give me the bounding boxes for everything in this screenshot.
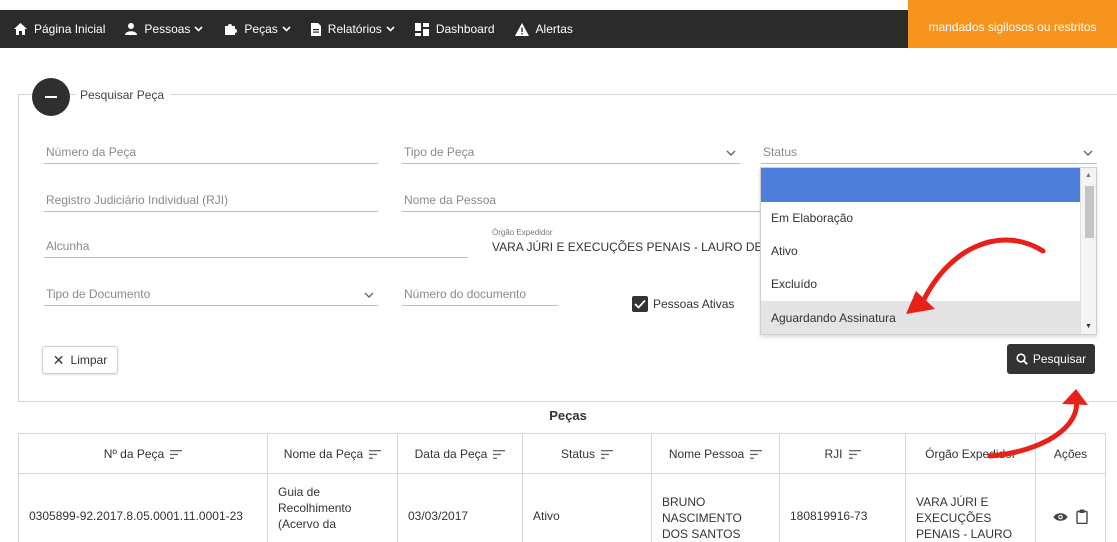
cell-data-peca: 03/03/2017: [397, 473, 523, 542]
dashboard-icon: [414, 22, 429, 36]
chevron-down-icon: [282, 24, 291, 34]
sort-icon[interactable]: [848, 449, 861, 459]
col-numero-peca[interactable]: Nº da Peça: [18, 433, 268, 474]
table-header-row: Nº da Peça Nome da Peça Data da Peça Sta…: [18, 433, 1106, 474]
chevron-down-icon: [386, 24, 395, 34]
results-table-title: Peças: [549, 408, 587, 423]
nav-dashboard[interactable]: Dashboard: [405, 10, 505, 48]
search-icon: [1016, 353, 1028, 365]
minus-icon: [45, 96, 57, 98]
status-dropdown-list: Em Elaboração Ativo Excluído Aguardando …: [760, 167, 1097, 335]
cell-acoes: [1035, 473, 1106, 542]
puzzle-icon: [223, 22, 238, 36]
restricted-warrants-banner[interactable]: mandados sigilosos ou restritos: [908, 0, 1117, 48]
home-icon: [14, 23, 27, 35]
col-rji[interactable]: RJI: [779, 433, 906, 474]
nav-pessoas[interactable]: Pessoas: [115, 10, 213, 48]
nav-dashboard-label: Dashboard: [435, 22, 495, 36]
cell-rji: 180819916-73: [779, 473, 906, 542]
clipboard-icon[interactable]: [1075, 509, 1088, 525]
col-data-peca[interactable]: Data da Peça: [397, 433, 523, 474]
sort-icon[interactable]: [170, 449, 183, 459]
col-nome-pessoa[interactable]: Nome Pessoa: [651, 433, 780, 474]
status-select[interactable]: Status: [761, 142, 1097, 164]
table-row[interactable]: 0305899-92.2017.8.05.0001.11.0001-23 Gui…: [18, 473, 1106, 542]
col-acoes: Ações: [1035, 433, 1106, 474]
col-status[interactable]: Status: [522, 433, 652, 474]
clear-button[interactable]: ✕ Limpar: [42, 346, 118, 374]
sort-icon[interactable]: [601, 449, 614, 459]
numero-documento-input[interactable]: Número do documento: [402, 284, 558, 306]
rji-input[interactable]: Registro Judiciário Individual (RJI): [44, 190, 378, 212]
eye-icon[interactable]: [1053, 512, 1068, 522]
close-icon: ✕: [52, 351, 65, 368]
dropdown-scrollbar[interactable]: ▲ ▼: [1080, 168, 1096, 334]
panel-title: Pesquisar Peça: [76, 88, 171, 102]
nav-relatorios[interactable]: Relatórios: [301, 10, 405, 48]
nav-pessoas-label: Pessoas: [144, 22, 191, 36]
pessoas-ativas-checkbox[interactable]: [632, 296, 648, 312]
nav-relatorios-label: Relatórios: [327, 22, 382, 36]
nome-pessoa-input[interactable]: Nome da Pessoa: [402, 190, 760, 212]
chevron-down-icon: [194, 24, 203, 34]
check-icon: [634, 299, 646, 309]
person-icon: [125, 23, 138, 35]
status-option-em-elaboracao[interactable]: Em Elaboração: [761, 201, 1081, 235]
nav-home[interactable]: Página Inicial: [0, 10, 115, 48]
sort-icon[interactable]: [750, 449, 763, 459]
numero-peca-input[interactable]: Número da Peça: [44, 142, 378, 164]
scrollbar-thumb[interactable]: [1085, 186, 1094, 238]
sort-icon[interactable]: [369, 449, 382, 459]
nav-alertas[interactable]: Alertas: [505, 10, 583, 48]
tipo-peca-select[interactable]: Tipo de Peça: [402, 142, 740, 164]
scroll-down-icon[interactable]: ▼: [1085, 323, 1092, 330]
collapse-panel-button[interactable]: [32, 78, 70, 116]
orgao-expedidor-field[interactable]: Órgão Expedidor VARA JÚRI E EXECUÇÕES PE…: [490, 228, 762, 258]
pessoas-ativas-label[interactable]: Pessoas Ativas: [653, 297, 734, 311]
status-option-empty[interactable]: [761, 168, 1081, 202]
cell-nome-pessoa: BRUNO NASCIMENTO DOS SANTOS: [651, 473, 780, 542]
cell-nome-peca: Guia de Recolhimento (Acervo da: [267, 473, 398, 542]
results-table: Nº da Peça Nome da Peça Data da Peça Sta…: [18, 433, 1106, 542]
nav-alertas-label: Alertas: [535, 22, 573, 36]
scroll-up-icon[interactable]: ▲: [1085, 172, 1092, 179]
alcunha-input[interactable]: Alcunha: [44, 236, 468, 258]
status-option-aguardando-assinatura[interactable]: Aguardando Assinatura: [761, 301, 1081, 334]
cell-status: Ativo: [522, 473, 652, 542]
chevron-down-icon: [1083, 150, 1093, 156]
status-option-ativo[interactable]: Ativo: [761, 234, 1081, 268]
nav-home-label: Página Inicial: [34, 22, 106, 36]
document-icon: [310, 22, 321, 36]
nav-pecas[interactable]: Peças: [213, 10, 300, 48]
sort-icon[interactable]: [493, 449, 506, 459]
col-nome-peca[interactable]: Nome da Peça: [267, 433, 398, 474]
chevron-down-icon: [726, 150, 736, 156]
search-button[interactable]: Pesquisar: [1007, 344, 1095, 374]
cell-orgao-expedidor: VARA JÚRI E EXECUÇÕES PENAIS - LAURO DE …: [905, 473, 1036, 542]
col-orgao-expedidor[interactable]: Órgão Expedidor: [905, 433, 1036, 474]
status-option-excluido[interactable]: Excluído: [761, 267, 1081, 301]
cell-numero-peca: 0305899-92.2017.8.05.0001.11.0001-23: [18, 473, 268, 542]
chevron-down-icon: [364, 292, 374, 298]
warning-icon: [514, 22, 529, 36]
nav-pecas-label: Peças: [244, 22, 278, 36]
tipo-documento-select[interactable]: Tipo de Documento: [44, 284, 378, 306]
